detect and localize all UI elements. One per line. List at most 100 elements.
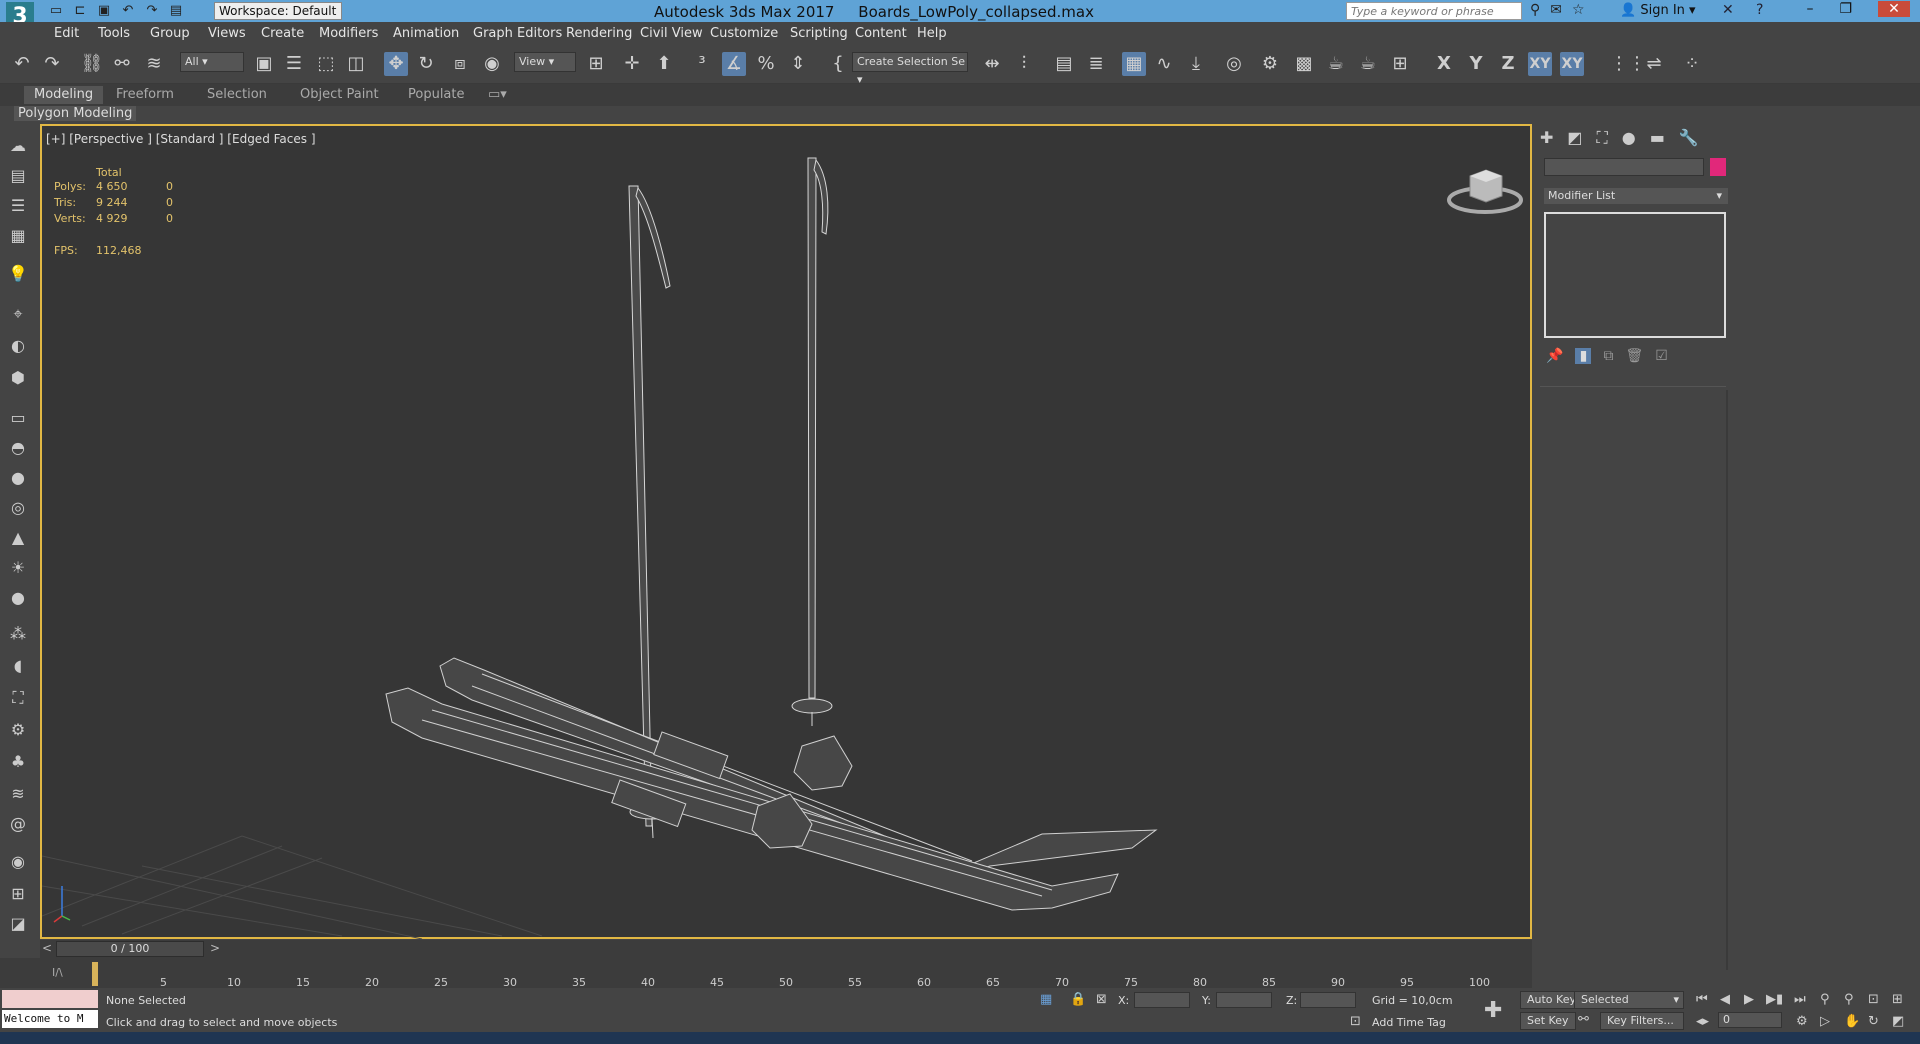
- array-icon[interactable]: ⋮⋮: [1610, 52, 1646, 76]
- edit-named-selection-icon[interactable]: {: [826, 52, 850, 76]
- list-icon[interactable]: ☰: [6, 196, 30, 218]
- perspective-viewport[interactable]: [+] [Perspective ] [Standard ] [Edged Fa…: [40, 124, 1532, 939]
- spiral-icon[interactable]: @: [6, 814, 30, 836]
- menu-content[interactable]: Content: [855, 26, 907, 41]
- maxscript-output[interactable]: Welcome to M: [2, 1010, 98, 1028]
- time-tag-icon[interactable]: ⊡: [1350, 1014, 1361, 1029]
- snapshot-icon[interactable]: ⇌: [1642, 52, 1666, 76]
- display-tab-icon[interactable]: ▬: [1650, 128, 1665, 148]
- gear-icon[interactable]: ⚙: [6, 720, 30, 742]
- previous-frame-icon[interactable]: ◀: [1720, 992, 1730, 1007]
- tab-populate[interactable]: Populate: [408, 87, 465, 102]
- open-file-icon[interactable]: ⊏: [72, 3, 88, 19]
- menu-edit[interactable]: Edit: [54, 26, 79, 41]
- scene-explorer-icon[interactable]: ▤: [1052, 52, 1076, 76]
- motion-tab-icon[interactable]: ●: [1622, 128, 1636, 148]
- mirror-icon[interactable]: ⇹: [980, 52, 1004, 76]
- pivot-center-icon[interactable]: ⊞: [584, 52, 608, 76]
- hair-icon[interactable]: ≋: [6, 784, 30, 806]
- current-frame-marker[interactable]: [92, 962, 98, 986]
- menu-scripting[interactable]: Scripting: [790, 26, 848, 41]
- menu-create[interactable]: Create: [261, 26, 304, 41]
- select-object-icon[interactable]: ▣: [252, 52, 276, 76]
- select-by-name-icon[interactable]: ☰: [282, 52, 306, 76]
- spacing-tool-icon[interactable]: ⁘: [1680, 52, 1704, 76]
- align-icon[interactable]: ⫶: [1012, 52, 1036, 76]
- create-tab-icon[interactable]: ✚: [1540, 128, 1553, 148]
- search-input[interactable]: Type a keyword or phrase: [1346, 2, 1522, 20]
- sphere-icon[interactable]: ●: [6, 468, 30, 490]
- go-to-end-icon[interactable]: ⏭: [1794, 992, 1806, 1007]
- globe-icon[interactable]: ◉: [6, 852, 30, 874]
- select-and-rotate-icon[interactable]: ↻: [414, 52, 438, 76]
- zoom-extents-all-icon[interactable]: ⊞: [1892, 992, 1903, 1007]
- ball-icon[interactable]: ●: [6, 588, 30, 610]
- sign-in-button[interactable]: 👤 Sign In ▾: [1620, 3, 1696, 18]
- render-iterative-icon[interactable]: ☕: [1356, 52, 1380, 76]
- render-camera-icon[interactable]: ⬢: [6, 368, 30, 390]
- link-icon[interactable]: ⛓: [80, 52, 104, 76]
- selection-lock-icon[interactable]: 🔒: [1070, 992, 1086, 1007]
- menu-rendering[interactable]: Rendering: [566, 26, 632, 41]
- tab-selection[interactable]: Selection: [207, 87, 267, 102]
- pan-view-icon[interactable]: ✋: [1844, 1014, 1860, 1029]
- script-icon[interactable]: ⊞: [6, 884, 30, 906]
- selection-filter-dropdown[interactable]: All ▾: [180, 52, 244, 72]
- render-in-cloud-icon[interactable]: ⊞: [1388, 52, 1412, 76]
- menu-graph-editors[interactable]: Graph Editors: [473, 26, 562, 41]
- grid-icon[interactable]: ▦: [6, 226, 30, 248]
- capsule-icon[interactable]: ◖: [6, 656, 30, 678]
- undo-icon[interactable]: ↶: [10, 52, 34, 76]
- exchange-icon[interactable]: ✕: [1722, 2, 1734, 18]
- dope-sheet-icon[interactable]: ⤓: [1184, 52, 1208, 76]
- axis-x-button[interactable]: X: [1432, 52, 1456, 76]
- ribbon-options-icon[interactable]: ▭▾: [488, 87, 507, 102]
- camera-icon[interactable]: ⌖: [6, 304, 30, 326]
- menu-customize[interactable]: Customize: [710, 26, 778, 41]
- manipulate-icon[interactable]: ✛: [620, 52, 644, 76]
- axis-xy-button[interactable]: XY: [1528, 52, 1552, 76]
- menu-help[interactable]: Help: [917, 26, 947, 41]
- key-mode-toggle-icon[interactable]: ◂▸: [1696, 1014, 1709, 1029]
- render-production-icon[interactable]: ☕: [1324, 52, 1348, 76]
- polygon-modeling-panel[interactable]: Polygon Modeling: [14, 106, 137, 121]
- percent-snap-icon[interactable]: %: [754, 52, 778, 76]
- x-coordinate-field[interactable]: [1134, 992, 1190, 1008]
- keyboard-shortcut-override-icon[interactable]: ⬆: [652, 52, 676, 76]
- binoculars-icon[interactable]: ⚲: [1530, 2, 1540, 18]
- workspace-dropdown[interactable]: Workspace: Default ▾: [214, 2, 342, 34]
- torus-icon[interactable]: ◎: [6, 498, 30, 520]
- menu-animation[interactable]: Animation: [393, 26, 459, 41]
- command-panel-scrollbar[interactable]: [1726, 390, 1728, 970]
- box-icon[interactable]: ▭: [6, 408, 30, 430]
- pin-stack-icon[interactable]: 📌: [1546, 348, 1563, 364]
- plant-icon[interactable]: ♣: [6, 752, 30, 774]
- absolute-mode-icon[interactable]: ⊠: [1096, 992, 1107, 1007]
- toggle-ribbon-icon[interactable]: ▦: [1122, 52, 1146, 76]
- cone-icon[interactable]: ▲: [6, 528, 30, 550]
- tab-freeform[interactable]: Freeform: [116, 87, 174, 102]
- help-icon[interactable]: ?: [1756, 2, 1763, 18]
- window-crossing-icon[interactable]: ◫: [344, 52, 368, 76]
- redo-icon[interactable]: ↷: [144, 3, 160, 19]
- next-frame-icon[interactable]: >: [210, 941, 220, 955]
- time-configuration-icon[interactable]: ⚙: [1796, 1014, 1808, 1029]
- layer-explorer-icon[interactable]: ≣: [1084, 52, 1108, 76]
- restore-icon[interactable]: ❐: [1839, 1, 1852, 17]
- prev-frame-icon[interactable]: <: [42, 941, 52, 955]
- hierarchy-tab-icon[interactable]: ⛶: [1597, 128, 1608, 148]
- select-and-move-icon[interactable]: ✥: [384, 52, 408, 76]
- y-coordinate-field[interactable]: [1216, 992, 1272, 1008]
- menu-views[interactable]: Views: [208, 26, 246, 41]
- rotate-view-icon[interactable]: ◐: [6, 336, 30, 358]
- play-icon[interactable]: ▶: [1744, 992, 1754, 1007]
- redo-icon[interactable]: ↷: [40, 52, 64, 76]
- object-name-field[interactable]: [1544, 158, 1704, 176]
- reference-coordinate-dropdown[interactable]: View ▾: [514, 52, 576, 72]
- axis-xy-cycle-button[interactable]: XY: [1560, 52, 1584, 76]
- menu-civil-view[interactable]: Civil View: [640, 26, 703, 41]
- key-mode-dropdown[interactable]: Selected ▾: [1574, 991, 1684, 1009]
- material-editor-icon[interactable]: ◎: [1222, 52, 1246, 76]
- modify-tab-icon[interactable]: ◩: [1567, 128, 1582, 148]
- select-and-place-icon[interactable]: ◉: [480, 52, 504, 76]
